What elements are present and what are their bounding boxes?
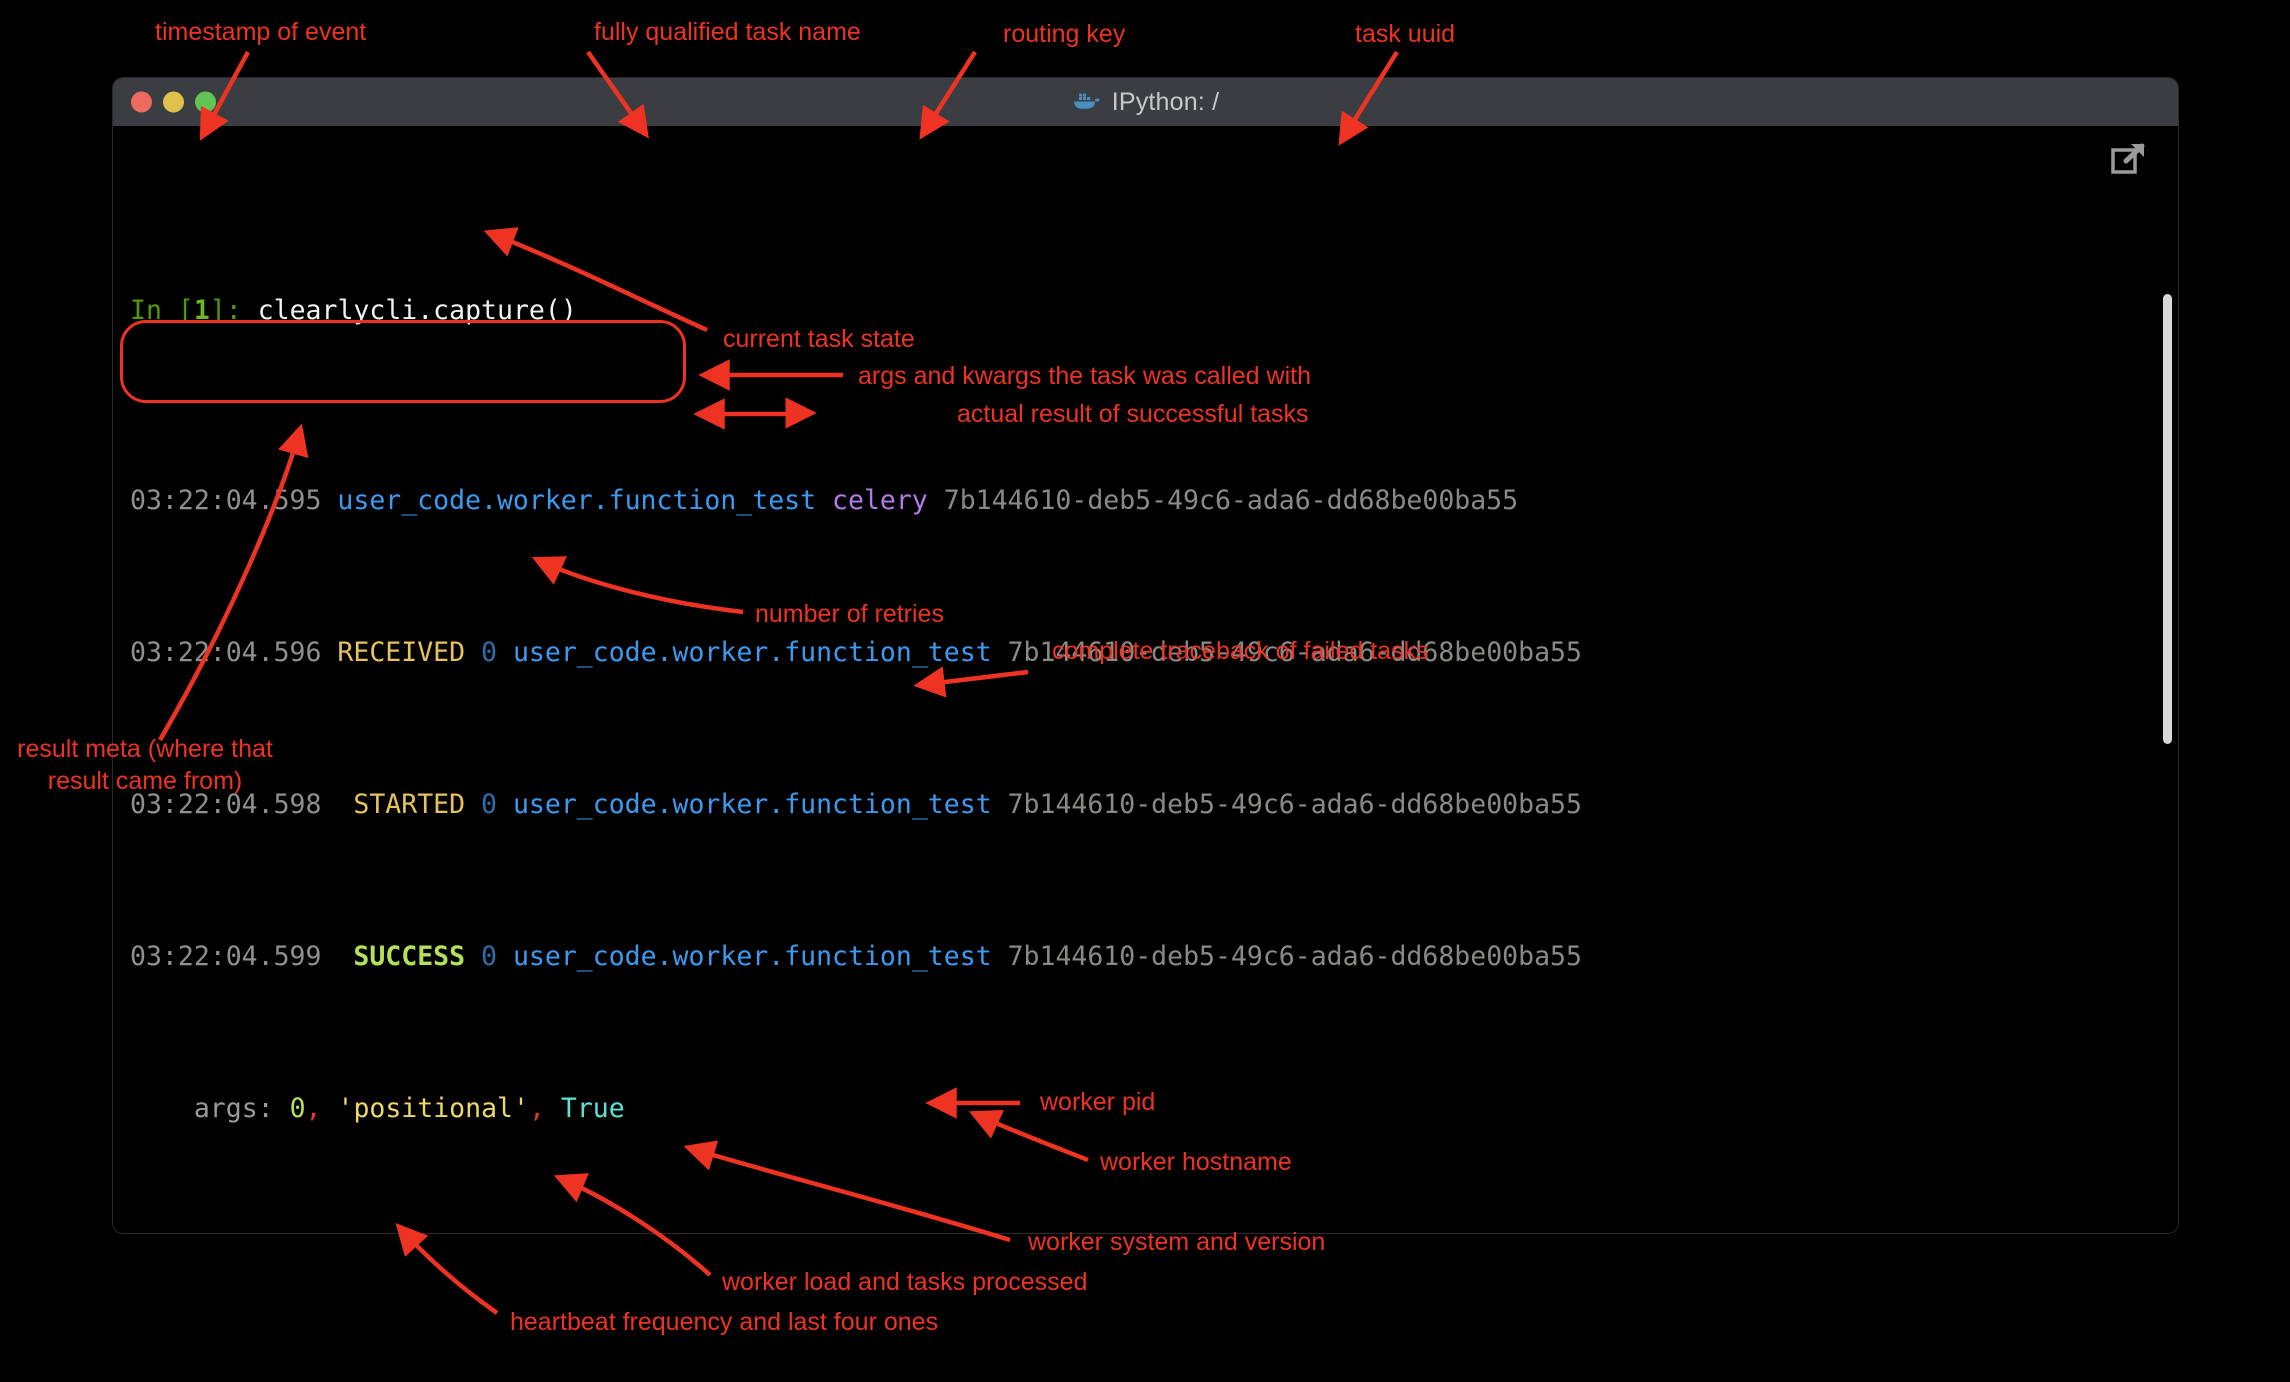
scrollbar-thumb[interactable] bbox=[2163, 294, 2172, 744]
annotation-workerhostname: worker hostname bbox=[1100, 1148, 1292, 1176]
task-name: user_code.worker.function_test bbox=[512, 941, 992, 972]
annotation-heartbeat: heartbeat frequency and last four ones bbox=[510, 1308, 939, 1336]
task-state: STARTED bbox=[353, 789, 466, 820]
annotation-workerload: worker load and tasks processed bbox=[722, 1268, 1088, 1296]
annotation-uuid: task uuid bbox=[1355, 20, 1456, 48]
retry-count: 0 bbox=[481, 789, 497, 820]
annotation-resultmeta: result meta (where that result came from… bbox=[17, 735, 273, 795]
event-timestamp: 03:22:04.596 bbox=[130, 637, 322, 668]
task-state: RECEIVED bbox=[337, 637, 466, 668]
docker-whale-icon bbox=[1072, 91, 1102, 113]
console-output: In [1]: clearlycli.capture() 03:22:04.59… bbox=[113, 140, 2178, 1233]
task-event-row: 03:22:04.598 STARTED 0 user_code.worker.… bbox=[130, 786, 2178, 824]
window-title: IPython: / bbox=[1072, 88, 1220, 117]
task-name: user_code.worker.function_test bbox=[337, 485, 817, 516]
minimize-button[interactable] bbox=[163, 91, 184, 113]
annotation-argskwargs: args and kwargs the task was called with bbox=[858, 362, 1311, 390]
event-timestamp: 03:22:04.595 bbox=[130, 485, 322, 516]
annotation-taskname: fully qualified task name bbox=[594, 18, 861, 46]
args-label: args: bbox=[193, 1093, 274, 1124]
window-title-text: IPython: / bbox=[1111, 87, 1220, 116]
annotation-traceback: complete traceback of failed tasks bbox=[1052, 637, 1429, 665]
retry-count: 0 bbox=[481, 941, 497, 972]
args-kwargs-highlight-box bbox=[120, 320, 686, 403]
event-timestamp: 03:22:04.599 bbox=[130, 941, 322, 972]
terminal-body[interactable]: In [1]: clearlycli.capture() 03:22:04.59… bbox=[113, 126, 2178, 1233]
args-bool: True bbox=[560, 1093, 625, 1124]
task-state: SUCCESS bbox=[353, 941, 466, 972]
task-event-row: 03:22:04.595 user_code.worker.function_t… bbox=[130, 482, 2178, 520]
retry-count: 0 bbox=[481, 637, 497, 668]
task-uuid: 7b144610-deb5-49c6-ada6-dd68be00ba55 bbox=[1007, 941, 1582, 972]
annotation-result: actual result of successful tasks bbox=[957, 400, 1309, 428]
args-string: 'positional' bbox=[337, 1093, 529, 1124]
annotation-timestamp: timestamp of event bbox=[155, 18, 367, 46]
annotation-routingkey: routing key bbox=[1003, 20, 1126, 48]
task-name: user_code.worker.function_test bbox=[512, 637, 992, 668]
external-link-icon[interactable] bbox=[2108, 138, 2150, 185]
arrow-heartbeat bbox=[395, 1223, 499, 1315]
task-uuid: 7b144610-deb5-49c6-ada6-dd68be00ba55 bbox=[1007, 789, 1582, 820]
task-name: user_code.worker.function_test bbox=[512, 789, 992, 820]
annotation-retries: number of retries bbox=[755, 600, 944, 628]
close-button[interactable] bbox=[131, 91, 152, 113]
maximize-button[interactable] bbox=[195, 91, 216, 113]
annotation-state: current task state bbox=[723, 325, 915, 353]
args-number: 0 bbox=[289, 1093, 306, 1124]
task-uuid: 7b144610-deb5-49c6-ada6-dd68be00ba55 bbox=[943, 485, 1519, 516]
window-controls bbox=[131, 91, 216, 113]
annotation-workersystem: worker system and version bbox=[1028, 1228, 1326, 1256]
window-titlebar[interactable]: IPython: / bbox=[113, 78, 2178, 126]
annotation-workerpid: worker pid bbox=[1040, 1088, 1156, 1116]
routing-key: celery bbox=[832, 485, 928, 516]
task-event-row: 03:22:04.599 SUCCESS 0 user_code.worker.… bbox=[130, 938, 2178, 976]
